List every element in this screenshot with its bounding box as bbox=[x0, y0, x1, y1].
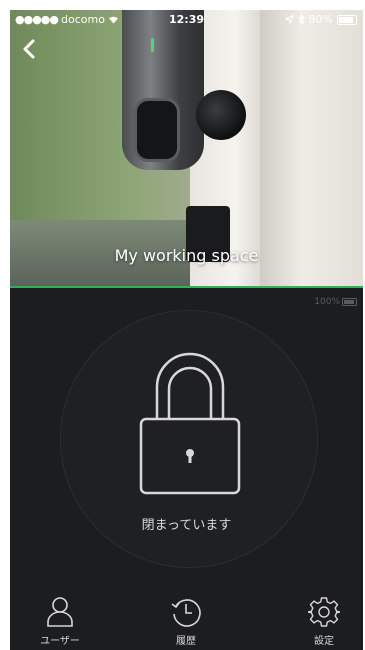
lock-status-text: 閉まっています bbox=[141, 518, 232, 533]
tab-bar: ユーザー 履歴 設定 bbox=[10, 588, 363, 650]
location-icon bbox=[284, 15, 294, 24]
lock-photo: My working space bbox=[10, 10, 363, 288]
gear-icon bbox=[308, 597, 340, 627]
back-button[interactable] bbox=[18, 36, 44, 62]
bluetooth-icon bbox=[298, 14, 305, 25]
tab-users-label: ユーザー bbox=[40, 636, 80, 647]
history-icon bbox=[171, 599, 201, 627]
photo-lock-face bbox=[134, 98, 180, 162]
device-battery: 100% bbox=[314, 297, 357, 307]
battery-percent: 80% bbox=[308, 13, 333, 26]
status-bar: ●●●●● docomo 12:39 80% bbox=[10, 10, 363, 30]
user-icon bbox=[47, 597, 73, 627]
padlock-icon[interactable] bbox=[135, 347, 245, 497]
tab-settings-label: 設定 bbox=[314, 636, 334, 647]
chevron-left-icon bbox=[23, 39, 35, 59]
device-battery-percent: 100% bbox=[314, 297, 340, 307]
tab-settings[interactable]: 設定 bbox=[284, 588, 363, 650]
battery-icon bbox=[337, 14, 357, 25]
tab-history-label: 履歴 bbox=[176, 636, 196, 647]
tab-history[interactable]: 履歴 bbox=[146, 588, 226, 650]
app-screen: My working space ●●●●● docomo 12:39 80% bbox=[10, 10, 363, 650]
device-battery-icon bbox=[342, 298, 357, 306]
photo-thumbturn bbox=[196, 90, 246, 140]
space-name: My working space bbox=[114, 246, 259, 265]
photo-lock-led bbox=[151, 38, 154, 52]
hero-divider bbox=[10, 286, 363, 288]
tab-users[interactable]: ユーザー bbox=[20, 588, 100, 650]
